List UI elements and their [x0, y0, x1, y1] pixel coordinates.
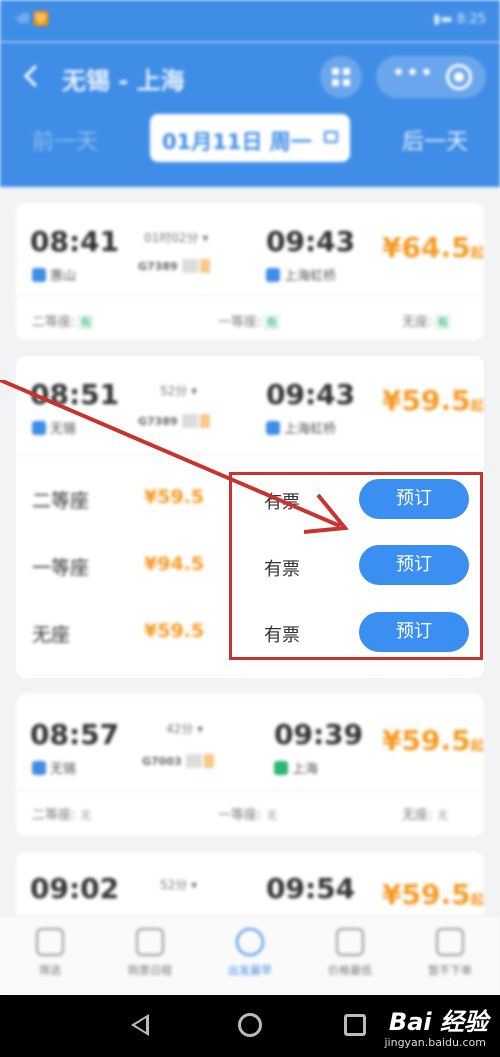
divider	[16, 790, 484, 791]
arrival-time: 09:39	[274, 718, 364, 751]
arrival-station: 上海虹桥	[266, 265, 336, 284]
divider	[16, 295, 484, 296]
tab-earliest[interactable]: 出发最早	[210, 928, 290, 978]
date-label: 01月11日 周一	[162, 130, 312, 154]
tab-cart[interactable]: 暂不下单	[410, 928, 490, 978]
battery-clock: ▮▬ 8:25	[433, 12, 486, 27]
nav-back-icon[interactable]	[131, 1014, 149, 1036]
seat-class-name: 一等座	[32, 557, 90, 579]
nav-home-icon[interactable]	[238, 1013, 262, 1037]
train-number: G7003	[142, 754, 214, 768]
duration[interactable]: 01时02分 ▾	[144, 229, 208, 246]
price-tag-icon	[336, 928, 364, 956]
departure-time: 08:41	[30, 225, 120, 258]
price: ¥59.5起	[382, 384, 484, 417]
station-end-icon	[266, 268, 280, 282]
cart-icon	[436, 928, 464, 956]
time-icon	[236, 928, 264, 956]
tab-filter[interactable]: 筛选	[10, 928, 90, 978]
duration[interactable]: 52分 ▾	[160, 876, 197, 893]
arrival-time: 09:54	[266, 872, 356, 905]
arrival-station: 上海	[274, 758, 318, 777]
more-icon[interactable]: •••	[392, 61, 434, 86]
route-title: 无锡 - 上海	[62, 67, 185, 95]
seat-class-price: ¥94.5	[144, 553, 205, 575]
price: ¥59.5起	[382, 724, 484, 757]
seat-status: 二等座: 无	[32, 808, 92, 823]
calendar-icon	[324, 131, 338, 143]
date-selector[interactable]: 01月11日 周一	[150, 114, 350, 162]
station-end-icon	[274, 761, 288, 775]
duration[interactable]: 42分 ▾	[166, 720, 203, 737]
next-day-button[interactable]: 后一天	[402, 124, 468, 156]
station-start-icon	[32, 761, 46, 775]
departure-station: 惠山	[32, 265, 76, 284]
arrival-time: 09:43	[266, 225, 356, 258]
close-miniapp-icon[interactable]	[446, 64, 472, 90]
train-card[interactable]: 08:57 无锡 42分 ▾ G7003 09:39 上海 ¥59.5起 二等座…	[16, 694, 484, 836]
seat-status: 一等座: 有	[218, 311, 281, 330]
seat-status: 二等座: 有	[32, 311, 95, 330]
signal-indicator: ‧ıll 🛜	[14, 12, 50, 27]
seat-class-name: 无座	[32, 624, 71, 646]
price: ¥64.5起	[382, 231, 484, 264]
departure-station: 无锡	[32, 758, 76, 777]
departure-time: 09:02	[30, 872, 120, 905]
nav-recent-icon[interactable]	[344, 1014, 366, 1036]
prev-day-button[interactable]: 前一天	[32, 124, 98, 156]
seat-class-price: ¥59.5	[144, 620, 205, 642]
clock-icon	[136, 928, 164, 956]
filter-icon	[36, 928, 64, 956]
tab-lowest-price[interactable]: 价格最低	[310, 928, 390, 978]
seat-status: 无座: 无	[402, 808, 449, 823]
status-bar: ‧ıll 🛜 ▮▬ 8:25	[0, 0, 500, 42]
miniapp-capsule[interactable]: •••	[376, 56, 486, 98]
watermark-url: jingyan.baidu.com	[384, 1036, 486, 1049]
bottom-tab-bar: 筛选 购票日程 出发最早 价格最低 暂不下单	[0, 915, 500, 995]
watermark-logo: Bai 经验	[388, 1008, 488, 1036]
train-card[interactable]: 08:41 惠山 01时02分 ▾ G7389 09:43 上海虹桥 ¥64.5…	[16, 203, 484, 340]
price: ¥59.5起	[382, 878, 484, 911]
station-start-icon	[32, 268, 46, 282]
scan-icon[interactable]	[320, 56, 362, 98]
seat-status: 无座: 有	[402, 311, 452, 330]
tab-schedule[interactable]: 购票日程	[110, 928, 190, 978]
header: 无锡 - 上海 ••• 前一天 01月11日 周一 后一天	[0, 42, 500, 187]
annotation-arrow-icon	[0, 380, 349, 534]
departure-time: 08:57	[30, 718, 120, 751]
seat-status: 一等座: 无	[218, 808, 278, 823]
train-number: G7389	[138, 259, 210, 273]
back-arrow-icon[interactable]	[20, 64, 44, 88]
